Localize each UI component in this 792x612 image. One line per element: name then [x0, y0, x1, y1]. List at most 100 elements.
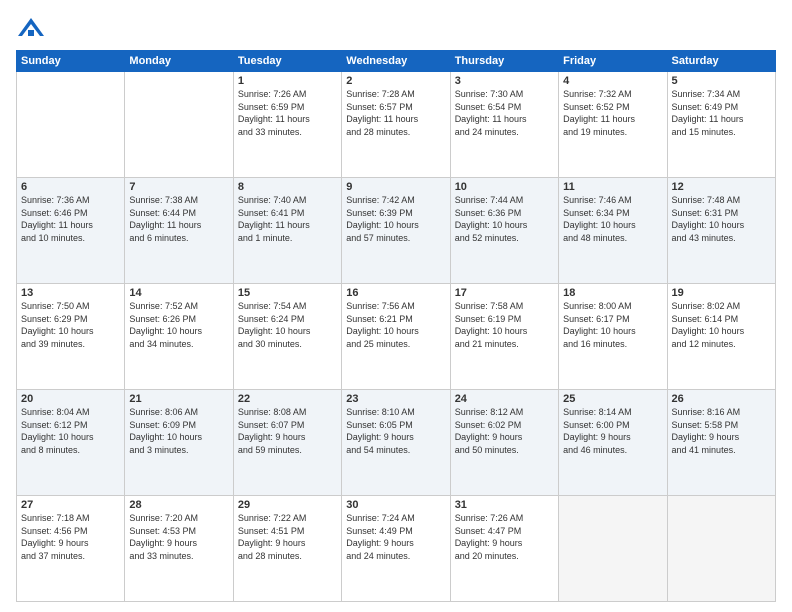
calendar-cell: 16 Sunrise: 7:56 AM Sunset: 6:21 PM Dayli…: [342, 284, 450, 390]
weekday-wednesday: Wednesday: [342, 51, 450, 72]
day-number: 15: [238, 287, 337, 299]
day-info: Sunrise: 7:38 AM Sunset: 6:44 PM Dayligh…: [129, 195, 201, 243]
day-info: Sunrise: 7:20 AM Sunset: 4:53 PM Dayligh…: [129, 513, 198, 561]
calendar-cell: 25 Sunrise: 8:14 AM Sunset: 6:00 PM Dayli…: [559, 390, 667, 496]
day-info: Sunrise: 7:42 AM Sunset: 6:39 PM Dayligh…: [346, 195, 419, 243]
calendar-cell: 1 Sunrise: 7:26 AM Sunset: 6:59 PM Daylig…: [233, 72, 341, 178]
calendar-cell: 15 Sunrise: 7:54 AM Sunset: 6:24 PM Dayli…: [233, 284, 341, 390]
day-number: 10: [455, 181, 554, 193]
day-number: 22: [238, 393, 337, 405]
day-info: Sunrise: 7:28 AM Sunset: 6:57 PM Dayligh…: [346, 89, 418, 137]
calendar-cell: 30 Sunrise: 7:24 AM Sunset: 4:49 PM Dayli…: [342, 496, 450, 602]
day-number: 2: [346, 75, 445, 87]
day-number: 14: [129, 287, 228, 299]
day-info: Sunrise: 7:26 AM Sunset: 4:47 PM Dayligh…: [455, 513, 524, 561]
day-number: 18: [563, 287, 662, 299]
calendar-cell: [125, 72, 233, 178]
calendar-cell: 12 Sunrise: 7:48 AM Sunset: 6:31 PM Dayli…: [667, 178, 775, 284]
day-number: 30: [346, 499, 445, 511]
day-number: 27: [21, 499, 120, 511]
calendar-cell: 17 Sunrise: 7:58 AM Sunset: 6:19 PM Dayli…: [450, 284, 558, 390]
day-number: 28: [129, 499, 228, 511]
calendar-cell: 6 Sunrise: 7:36 AM Sunset: 6:46 PM Daylig…: [17, 178, 125, 284]
day-info: Sunrise: 7:36 AM Sunset: 6:46 PM Dayligh…: [21, 195, 93, 243]
day-info: Sunrise: 7:56 AM Sunset: 6:21 PM Dayligh…: [346, 301, 419, 349]
calendar-cell: 4 Sunrise: 7:32 AM Sunset: 6:52 PM Daylig…: [559, 72, 667, 178]
calendar-cell: 22Sunrise: 8:08 AM Sunset: 6:07 PM Dayli…: [233, 390, 341, 496]
day-info: Sunrise: 8:04 AM Sunset: 6:12 PM Dayligh…: [21, 407, 94, 455]
calendar-cell: 7Sunrise: 7:38 AM Sunset: 6:44 PM Daylig…: [125, 178, 233, 284]
day-number: 8: [238, 181, 337, 193]
day-number: 24: [455, 393, 554, 405]
day-number: 4: [563, 75, 662, 87]
day-info: Sunrise: 8:14 AM Sunset: 6:00 PM Dayligh…: [563, 407, 632, 455]
calendar-cell: [667, 496, 775, 602]
day-number: 11: [563, 181, 662, 193]
calendar-cell: 24 Sunrise: 8:12 AM Sunset: 6:02 PM Dayli…: [450, 390, 558, 496]
calendar-cell: 13 Sunrise: 7:50 AM Sunset: 6:29 PM Dayli…: [17, 284, 125, 390]
day-info: Sunrise: 7:50 AM Sunset: 6:29 PM Dayligh…: [21, 301, 94, 349]
day-info: Sunrise: 8:06 AM Sunset: 6:09 PM Dayligh…: [129, 407, 202, 455]
day-number: 9: [346, 181, 445, 193]
calendar-cell: 8 Sunrise: 7:40 AM Sunset: 6:41 PM Daylig…: [233, 178, 341, 284]
day-info: Sunrise: 7:40 AM Sunset: 6:41 PM Dayligh…: [238, 195, 310, 243]
day-info: Sunrise: 7:24 AM Sunset: 4:49 PM Dayligh…: [346, 513, 415, 561]
day-number: 12: [672, 181, 771, 193]
weekday-saturday: Saturday: [667, 51, 775, 72]
week-row-5: 27 Sunrise: 7:18 AM Sunset: 4:56 PM Dayli…: [17, 496, 776, 602]
day-info: Sunrise: 7:54 AM Sunset: 6:24 PM Dayligh…: [238, 301, 311, 349]
calendar-cell: 28 Sunrise: 7:20 AM Sunset: 4:53 PM Dayli…: [125, 496, 233, 602]
calendar-cell: 27 Sunrise: 7:18 AM Sunset: 4:56 PM Dayli…: [17, 496, 125, 602]
calendar-cell: 2 Sunrise: 7:28 AM Sunset: 6:57 PM Daylig…: [342, 72, 450, 178]
calendar-cell: 5Sunrise: 7:34 AM Sunset: 6:49 PM Daylig…: [667, 72, 775, 178]
calendar-cell: 20Sunrise: 8:04 AM Sunset: 6:12 PM Dayli…: [17, 390, 125, 496]
weekday-tuesday: Tuesday: [233, 51, 341, 72]
logo-icon: [16, 16, 46, 42]
day-info: Sunrise: 7:30 AM Sunset: 6:54 PM Dayligh…: [455, 89, 527, 137]
day-info: Sunrise: 7:58 AM Sunset: 6:19 PM Dayligh…: [455, 301, 528, 349]
calendar-cell: 9 Sunrise: 7:42 AM Sunset: 6:39 PM Daylig…: [342, 178, 450, 284]
day-number: 6: [21, 181, 120, 193]
calendar-cell: 18Sunrise: 8:00 AM Sunset: 6:17 PM Dayli…: [559, 284, 667, 390]
calendar-table: SundayMondayTuesdayWednesdayThursdayFrid…: [16, 50, 776, 602]
calendar-cell: 21 Sunrise: 8:06 AM Sunset: 6:09 PM Dayli…: [125, 390, 233, 496]
day-number: 29: [238, 499, 337, 511]
calendar-cell: 19 Sunrise: 8:02 AM Sunset: 6:14 PM Dayli…: [667, 284, 775, 390]
calendar-cell: [17, 72, 125, 178]
day-info: Sunrise: 7:32 AM Sunset: 6:52 PM Dayligh…: [563, 89, 635, 137]
header: [16, 16, 776, 42]
calendar-cell: 29 Sunrise: 7:22 AM Sunset: 4:51 PM Dayli…: [233, 496, 341, 602]
day-info: Sunrise: 8:02 AM Sunset: 6:14 PM Dayligh…: [672, 301, 745, 349]
day-info: Sunrise: 8:16 AM Sunset: 5:58 PM Dayligh…: [672, 407, 741, 455]
day-number: 1: [238, 75, 337, 87]
day-info: Sunrise: 8:10 AM Sunset: 6:05 PM Dayligh…: [346, 407, 415, 455]
day-number: 16: [346, 287, 445, 299]
calendar-page: SundayMondayTuesdayWednesdayThursdayFrid…: [0, 0, 792, 612]
day-info: Sunrise: 7:44 AM Sunset: 6:36 PM Dayligh…: [455, 195, 528, 243]
day-info: Sunrise: 8:12 AM Sunset: 6:02 PM Dayligh…: [455, 407, 524, 455]
week-row-3: 13 Sunrise: 7:50 AM Sunset: 6:29 PM Dayli…: [17, 284, 776, 390]
day-number: 17: [455, 287, 554, 299]
day-number: 25: [563, 393, 662, 405]
day-number: 3: [455, 75, 554, 87]
day-number: 13: [21, 287, 120, 299]
day-info: Sunrise: 7:48 AM Sunset: 6:31 PM Dayligh…: [672, 195, 745, 243]
logo: [16, 16, 50, 42]
day-number: 19: [672, 287, 771, 299]
day-number: 21: [129, 393, 228, 405]
week-row-2: 6 Sunrise: 7:36 AM Sunset: 6:46 PM Daylig…: [17, 178, 776, 284]
weekday-thursday: Thursday: [450, 51, 558, 72]
day-info: Sunrise: 7:26 AM Sunset: 6:59 PM Dayligh…: [238, 89, 310, 137]
day-info: Sunrise: 7:34 AM Sunset: 6:49 PM Dayligh…: [672, 89, 744, 137]
calendar-cell: [559, 496, 667, 602]
day-number: 31: [455, 499, 554, 511]
calendar-cell: 31 Sunrise: 7:26 AM Sunset: 4:47 PM Dayli…: [450, 496, 558, 602]
day-info: Sunrise: 7:22 AM Sunset: 4:51 PM Dayligh…: [238, 513, 307, 561]
day-info: Sunrise: 7:52 AM Sunset: 6:26 PM Dayligh…: [129, 301, 202, 349]
day-info: Sunrise: 7:18 AM Sunset: 4:56 PM Dayligh…: [21, 513, 90, 561]
calendar-cell: 3 Sunrise: 7:30 AM Sunset: 6:54 PM Daylig…: [450, 72, 558, 178]
weekday-sunday: Sunday: [17, 51, 125, 72]
day-info: Sunrise: 7:46 AM Sunset: 6:34 PM Dayligh…: [563, 195, 636, 243]
calendar-cell: 10 Sunrise: 7:44 AM Sunset: 6:36 PM Dayli…: [450, 178, 558, 284]
calendar-cell: 11 Sunrise: 7:46 AM Sunset: 6:34 PM Dayli…: [559, 178, 667, 284]
